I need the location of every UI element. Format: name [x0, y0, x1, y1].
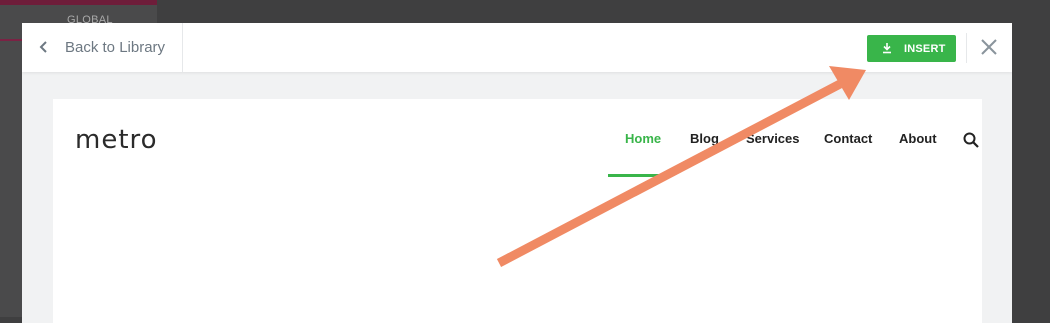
site-logo: metro — [75, 125, 158, 155]
nav-item-contact[interactable]: Contact — [824, 131, 872, 146]
header-divider — [966, 33, 967, 63]
chevron-left-icon — [39, 41, 47, 53]
close-icon[interactable] — [980, 38, 998, 56]
back-to-library-label: Back to Library — [65, 39, 166, 56]
download-icon — [883, 43, 891, 54]
nav-item-services[interactable]: Services — [746, 131, 800, 146]
active-nav-indicator — [608, 174, 668, 177]
search-icon[interactable] — [963, 132, 979, 148]
back-to-library-button[interactable]: Back to Library — [22, 23, 183, 72]
insert-button[interactable]: INSERT — [867, 35, 956, 62]
template-library-modal: Back to Library INSERT metro Home Blog S… — [22, 23, 1012, 323]
modal-header: Back to Library INSERT — [22, 23, 1012, 72]
nav-item-home[interactable]: Home — [625, 131, 661, 146]
nav-item-blog[interactable]: Blog — [690, 131, 719, 146]
nav-item-about[interactable]: About — [899, 131, 937, 146]
template-preview: metro Home Blog Services Contact About — [53, 99, 982, 323]
insert-label: INSERT — [904, 43, 946, 55]
